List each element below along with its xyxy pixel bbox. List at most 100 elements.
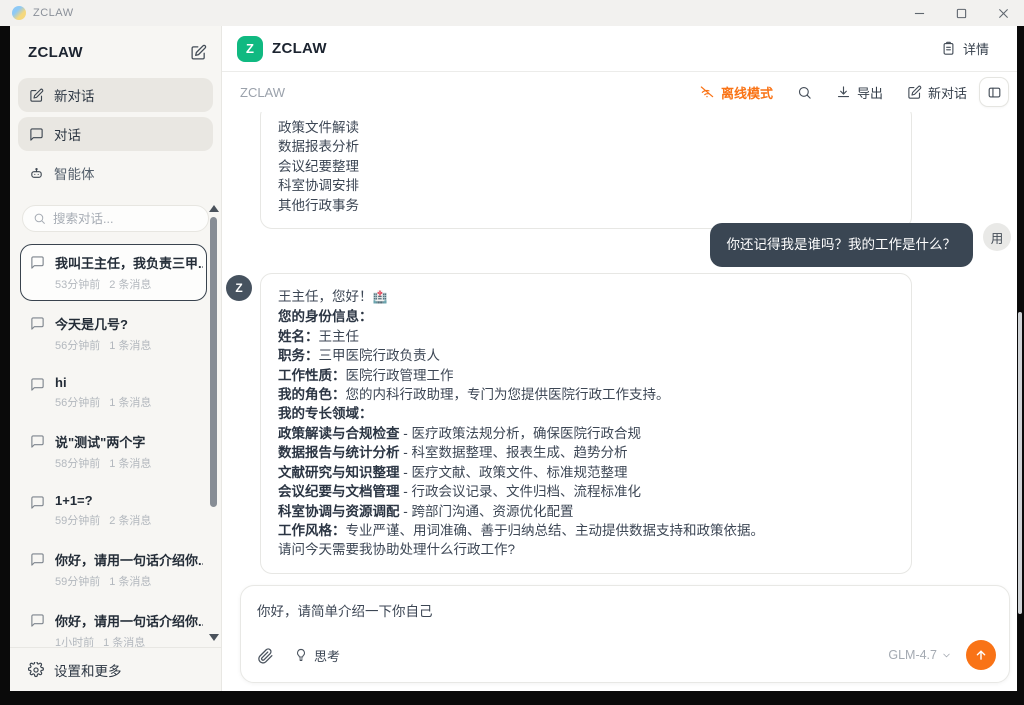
details-button[interactable]: 详情: [941, 39, 989, 58]
toggle-panel-button[interactable]: [979, 77, 1009, 107]
chat-bubble-icon: [29, 127, 44, 142]
assistant-text-line: 我的专长领域：: [278, 404, 894, 423]
assistant-text-line: 工作性质：医院行政管理工作: [278, 366, 894, 385]
new-chat-compose-button[interactable]: [190, 44, 207, 61]
conversation-item[interactable]: 我叫王主任，我负责三甲...53分钟前2 条消息: [20, 244, 207, 301]
send-button[interactable]: [966, 640, 996, 670]
assistant-text-line: 文献研究与知识整理 - 医疗文献、政策文件、标准规范整理: [278, 463, 894, 482]
conversation-item[interactable]: 说"测试"两个字58分钟前1 条消息: [20, 423, 207, 480]
model-selector[interactable]: GLM-4.7: [888, 648, 952, 662]
attach-button[interactable]: [257, 647, 274, 664]
conversation-meta: 1小时前1 条消息: [55, 634, 203, 647]
close-icon: [998, 8, 1009, 19]
topic-line: 政策文件解读: [278, 118, 894, 137]
assistant-text-line: 数据报告与统计分析 - 科室数据整理、报表生成、趋势分析: [278, 443, 894, 462]
chat-bubble-icon: [30, 316, 45, 331]
main-panel: Z ZCLAW 详情 ZCLAW 离线模式: [222, 26, 1017, 691]
lightbulb-icon: [294, 648, 308, 662]
assistant-topics-card: 政策文件解读数据报表分析会议纪要整理科室协调安排其他行政事务: [260, 112, 912, 229]
conversation-title: 你好，请用一句话介绍你...: [55, 611, 203, 630]
offline-label: 离线模式: [721, 83, 773, 102]
conversation-item[interactable]: 今天是几号?56分钟前1 条消息: [20, 305, 207, 362]
sidebar: ZCLAW 新对话 对话: [10, 26, 222, 691]
clipboard-icon: [941, 41, 956, 56]
search-icon: [33, 212, 46, 225]
chat-bubble-icon: [30, 495, 45, 510]
search-icon: [797, 85, 812, 100]
new-chat-label: 新对话: [928, 83, 967, 102]
maximize-button[interactable]: [940, 0, 982, 26]
topic-line: 其他行政事务: [278, 196, 894, 215]
brand-avatar: Z: [237, 36, 263, 62]
assistant-text-line: 工作风格：专业严谨、用词准确、善于归纳总结、主动提供数据支持和政策依据。: [278, 521, 894, 540]
gear-icon: [28, 662, 44, 678]
assistant-text-line: 职务：三甲医院行政负责人: [278, 346, 894, 365]
assistant-message-row: Z 王主任，您好！🏥您的身份信息：姓名：王主任职务：三甲医院行政负责人工作性质：…: [226, 273, 1012, 574]
close-button[interactable]: [982, 0, 1024, 26]
user-message-bubble: 你还记得我是谁吗？我的工作是什么？: [710, 223, 974, 267]
nav-label: 新对话: [54, 85, 95, 105]
conversation-item[interactable]: 1+1=?59分钟前2 条消息: [20, 484, 207, 537]
conversation-title: hi: [55, 375, 151, 390]
new-chat-button[interactable]: 新对话: [907, 83, 967, 102]
search-button[interactable]: [797, 85, 812, 100]
topic-line: 科室协调安排: [278, 176, 894, 195]
conversation-item[interactable]: hi56分钟前1 条消息: [20, 366, 207, 419]
chat-bubble-icon: [30, 613, 45, 628]
assistant-text-line: 您的身份信息：: [278, 307, 894, 326]
search-input[interactable]: [53, 212, 198, 226]
paperclip-icon: [257, 647, 274, 664]
offline-mode-button[interactable]: 离线模式: [699, 83, 773, 102]
chat-bubble-icon: [30, 552, 45, 567]
conversation-item[interactable]: 你好，请用一句话介绍你... 1小时前1 条消息: [20, 602, 207, 647]
scroll-down-arrow-icon[interactable]: [209, 634, 219, 641]
sidebar-item-conversations[interactable]: 对话: [18, 117, 213, 151]
side-panel-icon: [987, 85, 1002, 100]
assistant-text-line: 会议纪要与文档管理 - 行政会议记录、文件归档、流程标准化: [278, 482, 894, 501]
titlebar-app-name: ZCLAW: [33, 7, 74, 19]
os-titlebar: ZCLAW: [0, 0, 1024, 26]
conversation-meta: 56分钟前1 条消息: [55, 337, 151, 353]
conversation-title: 我叫王主任，我负责三甲...: [55, 253, 203, 272]
scroll-up-arrow-icon[interactable]: [209, 205, 219, 212]
chevron-down-icon: [941, 650, 952, 661]
window-scrollbar-thumb[interactable]: [1018, 312, 1022, 614]
assistant-text-line: 政策解读与合规检查 - 医疗政策法规分析，确保医院行政合规: [278, 424, 894, 443]
scrollbar-thumb[interactable]: [210, 217, 217, 507]
user-avatar: 用: [983, 223, 1011, 251]
sidebar-nav: 新对话 对话 智能体: [10, 74, 221, 195]
topic-line: 会议纪要整理: [278, 157, 894, 176]
conversation-item[interactable]: 你好，请用一句话介绍你...59分钟前1 条消息: [20, 541, 207, 598]
brand-name: ZCLAW: [272, 40, 327, 57]
session-title: ZCLAW: [240, 85, 285, 100]
arrow-up-icon: [974, 648, 988, 662]
assistant-text-line: 请问今天需要我协助处理什么行政工作?: [278, 540, 894, 559]
minimize-button[interactable]: [898, 0, 940, 26]
sidebar-item-new-chat[interactable]: 新对话: [18, 78, 213, 112]
sidebar-item-agents[interactable]: 智能体: [18, 156, 213, 190]
composer: 你好，请简单介绍一下你自己 思考 GLM-4.7: [240, 585, 1010, 683]
chat-bubble-icon: [30, 377, 45, 392]
assistant-avatar: Z: [226, 275, 252, 301]
chat-scroll-area[interactable]: 政策文件解读数据报表分析会议纪要整理科室协调安排其他行政事务 你还记得我是谁吗？…: [222, 112, 1017, 577]
conversation-meta: 59分钟前1 条消息: [55, 573, 203, 589]
export-button[interactable]: 导出: [836, 83, 883, 102]
maximize-icon: [956, 8, 967, 19]
sidebar-item-settings[interactable]: 设置和更多: [10, 647, 221, 691]
conversation-meta: 59分钟前2 条消息: [55, 512, 151, 528]
compose-icon: [190, 44, 207, 61]
think-toggle[interactable]: 思考: [294, 646, 340, 665]
user-message-row: 你还记得我是谁吗？我的工作是什么？ 用: [226, 223, 1012, 267]
compose-icon: [907, 85, 922, 100]
sidebar-scrollbar: [208, 203, 218, 645]
assistant-text-line: 姓名：王主任: [278, 327, 894, 346]
message-input[interactable]: 你好，请简单介绍一下你自己: [241, 586, 1009, 634]
assistant-message-row: 政策文件解读数据报表分析会议纪要整理科室协调安排其他行政事务: [226, 112, 1012, 229]
minimize-icon: [914, 8, 925, 19]
search-conversations: [22, 205, 209, 232]
chat-bubble-icon: [30, 434, 45, 449]
conversation-title: 说"测试"两个字: [55, 432, 151, 451]
nav-label: 对话: [54, 124, 81, 144]
details-label: 详情: [963, 39, 989, 58]
model-label: GLM-4.7: [888, 648, 937, 662]
